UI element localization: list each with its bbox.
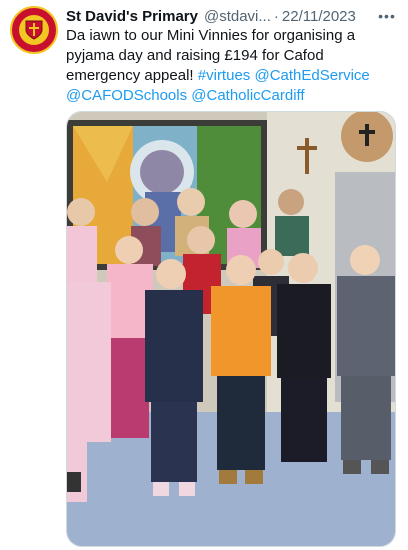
hashtag-virtues[interactable]: #virtues [198,67,251,84]
tweet-photo[interactable] [66,111,396,547]
mention-catholiccardiff[interactable]: @CatholicCardiff [191,87,304,104]
mention-cafodschools[interactable]: @CAFODSchools [66,87,187,104]
author-name[interactable]: St David's Primary [66,8,198,25]
author-handle[interactable]: @stdavi... [204,8,271,25]
tweet-header: St David's Primary @stdavi... · 22/11/20… [66,6,398,26]
group-photo-children-pyjamas [67,112,395,546]
more-horizontal-icon[interactable]: ••• [376,7,398,25]
tweet-date[interactable]: 22/11/2023 [282,8,356,25]
tweet-text: Da iawn to our Mini Vinnies for organisi… [66,26,402,106]
mention-cathedservice[interactable]: @CathEdService [254,67,369,84]
school-crest-icon [19,15,49,45]
author-avatar[interactable] [10,6,58,54]
separator-dot: · [273,7,279,25]
